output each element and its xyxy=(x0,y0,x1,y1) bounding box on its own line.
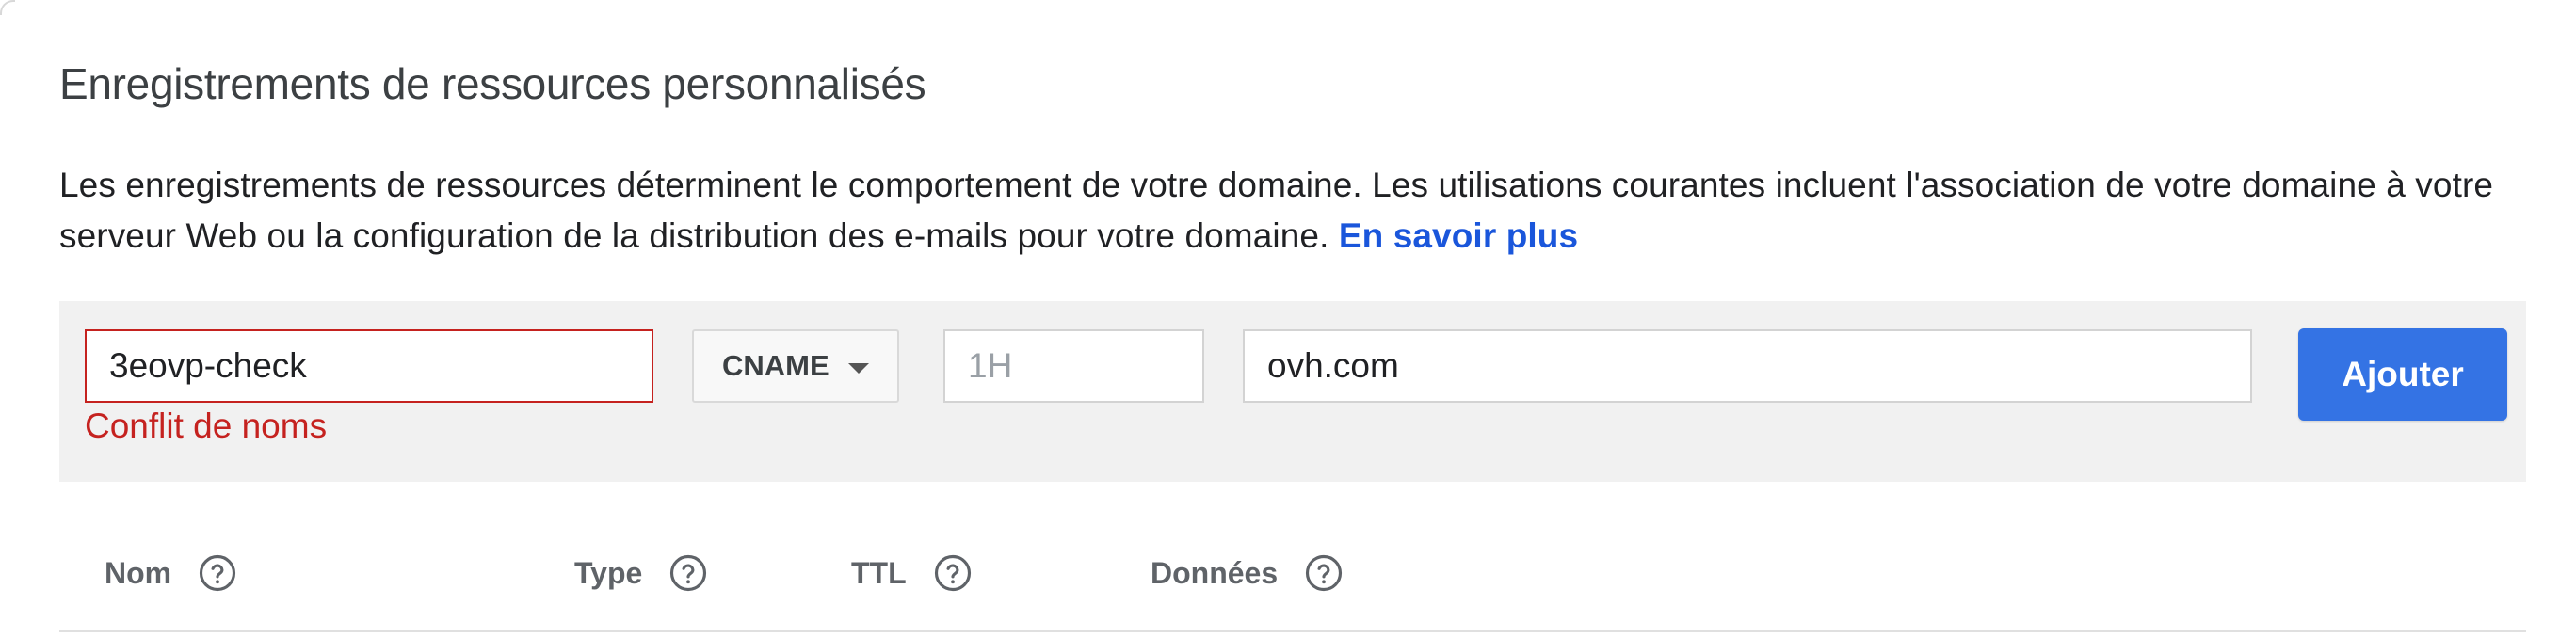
help-circle-icon[interactable] xyxy=(1304,553,1344,593)
description-text: Les enregistrements de ressources déterm… xyxy=(59,166,2494,255)
column-label: TTL xyxy=(851,555,907,590)
ttl-input-placeholder: 1H xyxy=(968,346,1013,385)
column-header-ttl: TTL xyxy=(851,553,973,593)
name-input-value: 3eovp-check xyxy=(109,346,307,385)
section-description: Les enregistrements de ressources déterm… xyxy=(59,160,2554,262)
name-input[interactable]: 3eovp-check xyxy=(85,329,653,403)
type-select[interactable]: CNAME xyxy=(692,329,899,403)
data-input[interactable]: ovh.com xyxy=(1243,329,2252,403)
ttl-input[interactable]: 1H xyxy=(943,329,1204,403)
add-record-form: 3eovp-check Conflit de noms CNAME 1H ovh… xyxy=(59,301,2526,482)
help-circle-icon[interactable] xyxy=(933,553,973,593)
help-circle-icon[interactable] xyxy=(668,553,708,593)
learn-more-link[interactable]: En savoir plus xyxy=(1339,216,1578,255)
add-button[interactable]: Ajouter xyxy=(2298,328,2507,421)
column-header-donnees: Données xyxy=(1151,553,1344,593)
data-input-value: ovh.com xyxy=(1267,346,1399,385)
column-header-nom: Nom xyxy=(105,553,237,593)
section-title: Enregistrements de ressources personnali… xyxy=(59,59,926,108)
card-corner xyxy=(0,0,15,15)
type-select-value: CNAME xyxy=(722,349,829,382)
table-header-divider xyxy=(59,630,2526,632)
custom-records-card: Enregistrements de ressources personnali… xyxy=(0,0,2576,638)
help-circle-icon[interactable] xyxy=(198,553,237,593)
column-label: Type xyxy=(574,555,643,590)
name-error-message: Conflit de noms xyxy=(85,407,328,445)
column-label: Données xyxy=(1151,555,1279,590)
column-label: Nom xyxy=(105,555,172,590)
column-header-type: Type xyxy=(574,553,708,593)
chevron-down-icon xyxy=(848,363,869,374)
